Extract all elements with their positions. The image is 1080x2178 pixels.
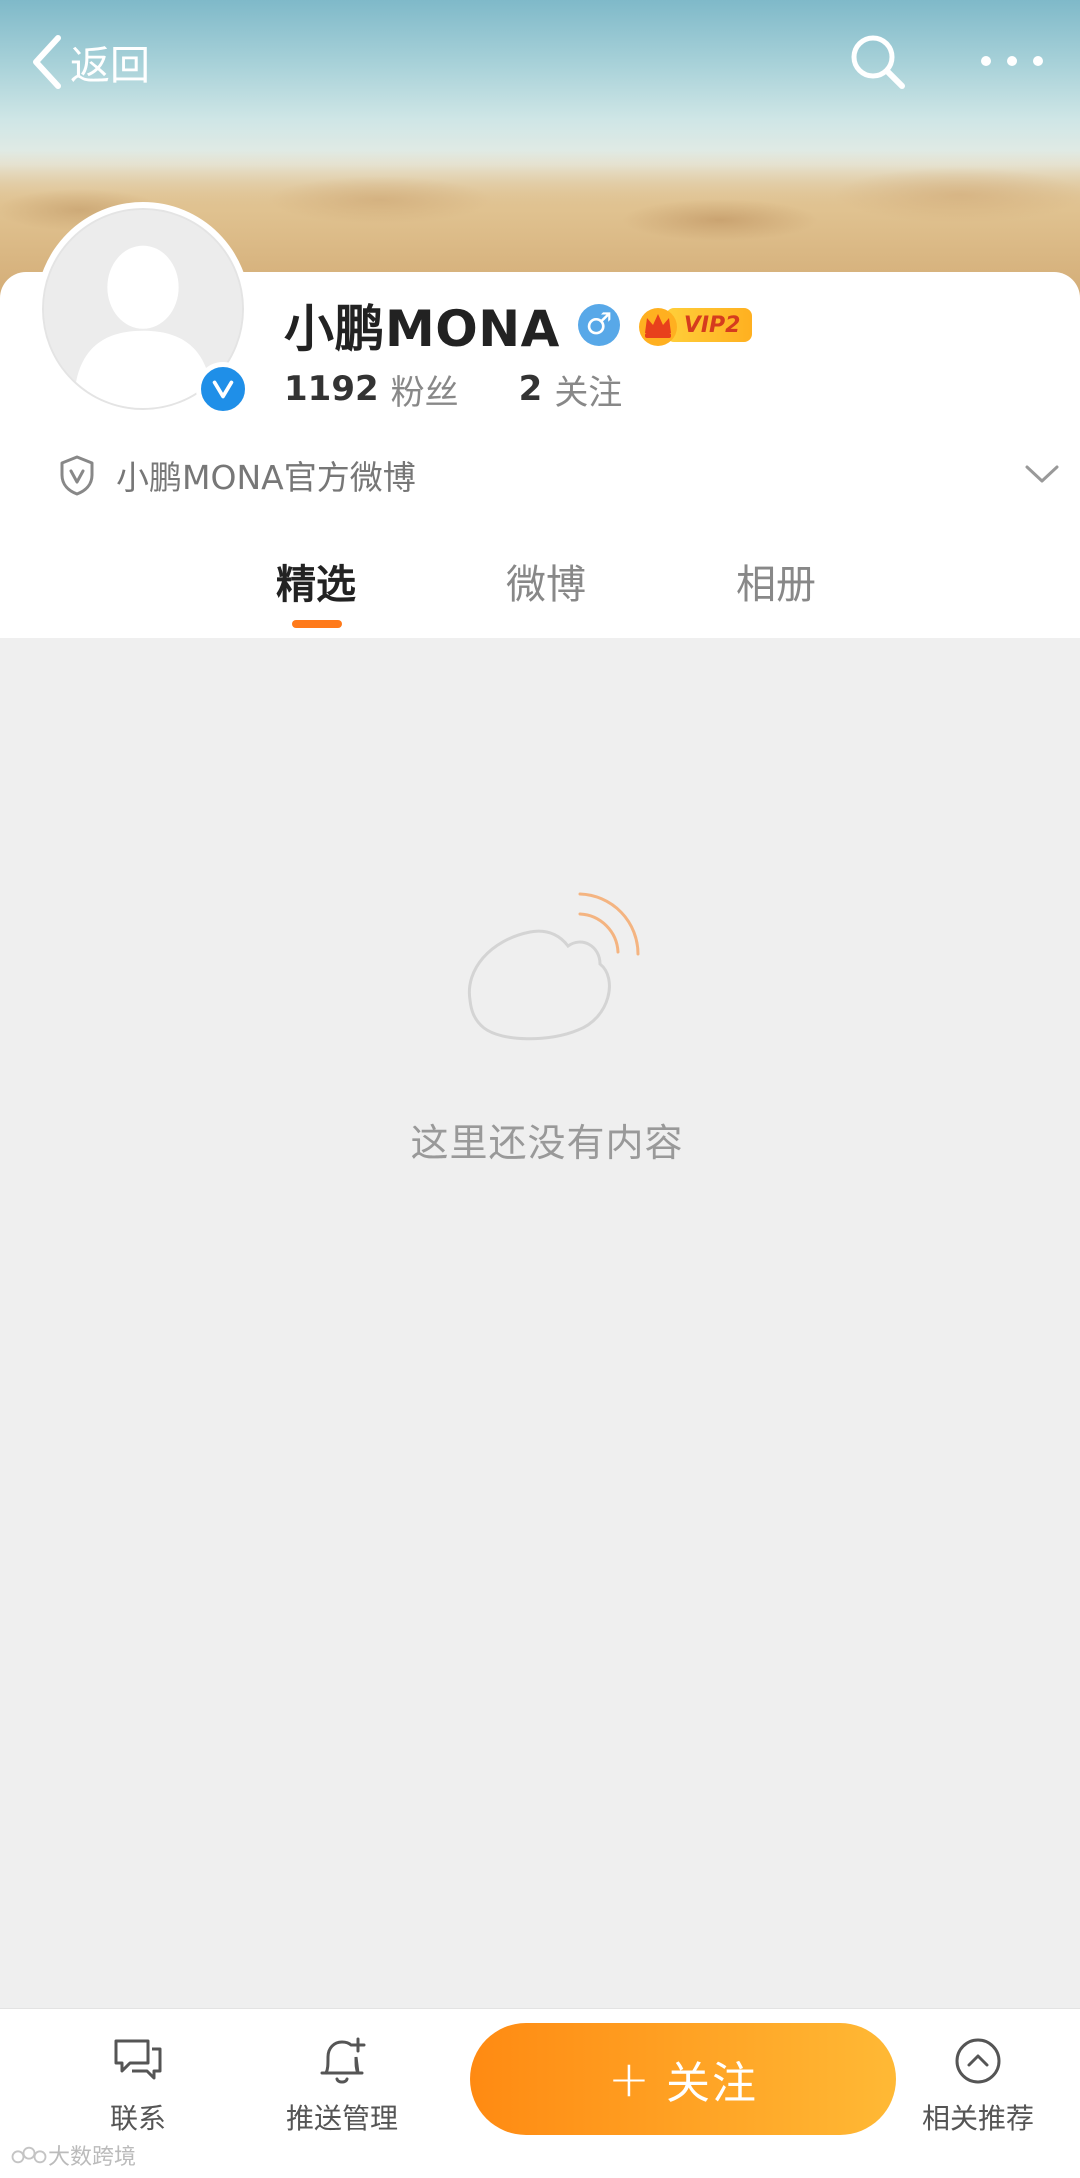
profile-name-row: 小鹏MONA ♂ VIP2 [284,292,753,358]
verified-badge [196,362,250,416]
related-recommend-button[interactable]: 相关推荐 [898,2033,1058,2137]
search-icon [851,35,905,89]
male-gender-icon: ♂ [577,304,620,346]
push-settings-button[interactable]: 推送管理 [262,2033,422,2137]
back-button[interactable]: 返回 [30,30,150,94]
following-label[interactable]: 关注 [554,365,622,414]
plus-icon: + [608,2050,652,2108]
chevron-down-icon[interactable] [1024,462,1060,486]
search-button[interactable] [846,30,910,94]
tab-weibo[interactable]: 微博 [506,552,586,610]
description-text: 小鹏MONA官方微博 [116,458,416,497]
fans-label[interactable]: 粉丝 [391,365,459,414]
chevron-left-icon [33,35,61,89]
profile-name: 小鹏MONA [284,300,560,358]
fans-count[interactable]: 1192 [284,369,379,409]
more-button[interactable] [976,36,1048,86]
back-label: 返回 [70,43,150,89]
profile-description[interactable]: 小鹏MONA官方微博 [58,450,416,500]
vip-badge[interactable]: VIP2 [636,305,753,346]
tab-featured[interactable]: 精选 [276,552,356,610]
active-tab-indicator [292,620,342,628]
following-count[interactable]: 2 [519,369,543,409]
contact-label: 联系 [109,2102,166,2135]
watermark-text: 大数跨境 [48,2145,137,2170]
related-recommend-label: 相关推荐 [921,2102,1034,2135]
profile-tabs: 精选 微博 相册 [0,540,1080,638]
push-settings-label: 推送管理 [285,2102,398,2135]
follow-button[interactable]: + 关注 [470,2023,896,2135]
follow-label: 关注 [665,2058,758,2109]
tab-album[interactable]: 相册 [736,552,816,610]
chevron-up-circle-icon [955,2038,1001,2084]
verified-v-icon [212,380,234,399]
bell-plus-icon [320,2037,366,2084]
crown-icon [638,308,677,346]
more-icon [981,56,1043,66]
empty-content-icon [467,892,640,1041]
chat-bubble-icon [114,2039,162,2080]
shield-v-icon [60,455,94,496]
empty-message: 这里还没有内容 [410,1121,684,1165]
watermark: 大数跨境 [10,2140,136,2170]
bottom-toolbar: 联系 推送管理 + 关注 相关推荐 [0,2008,1080,2178]
profile-stats: 1192 粉丝 2 关注 [284,364,622,414]
watermark-logo-icon [11,2146,47,2164]
contact-button[interactable]: 联系 [58,2033,218,2137]
